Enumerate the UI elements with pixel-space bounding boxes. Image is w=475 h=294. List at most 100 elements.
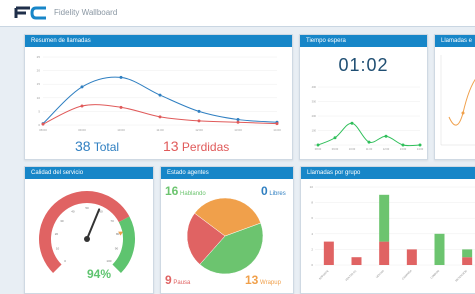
lost-calls-label: Perdidas xyxy=(181,140,230,154)
bar-segment xyxy=(462,257,473,265)
agents-wrapup-label: Wrapup xyxy=(260,280,281,286)
data-point xyxy=(333,136,337,140)
gauge-needle xyxy=(86,208,101,240)
panel-tiempo-espera: Tiempo espera 01:02 0 100 200 300 400 08:00 09… xyxy=(299,34,428,160)
data-point xyxy=(158,115,162,119)
x-tick-label: 12:00 xyxy=(195,128,203,132)
data-point xyxy=(236,118,240,122)
bar-segment xyxy=(379,241,390,265)
y-tick-label: 5 xyxy=(38,109,40,113)
panel-title: Calidad del servicio xyxy=(25,167,153,179)
y-tick-label: 200 xyxy=(312,114,317,118)
x-tick-label: RETENCION xyxy=(454,269,468,283)
panel-resumen-llamadas: Resumen de llamadas 0 5 10 15 20 25 08:00 09:00… xyxy=(24,34,293,160)
data-point xyxy=(367,140,371,144)
gauge-tick-label: 0 xyxy=(64,259,66,263)
agents-wrapup-value: 13 xyxy=(245,273,259,287)
x-tick-label: 09:00 xyxy=(332,147,339,151)
data-point xyxy=(236,120,240,124)
panel-calidad-servicio: Calidad del servicio 0 10 20 30 40 50 60 70 80 90… xyxy=(24,166,154,294)
service-quality-value: 94% xyxy=(87,267,112,281)
gauge-needle-hub xyxy=(84,236,90,242)
x-tick-label: VENTAS N1 xyxy=(344,268,357,281)
data-point xyxy=(80,104,84,108)
app-title: Fidelity Wallboard xyxy=(54,8,118,17)
wallboard-page: Fidelity Wallboard Resumen de llamadas 0… xyxy=(0,0,475,294)
panel-title: Resumen de llamadas xyxy=(25,35,292,47)
bar-segment xyxy=(351,257,362,265)
y-tick-label: 400 xyxy=(312,85,317,89)
bar-segment xyxy=(462,249,473,258)
y-tick-label: 0 xyxy=(38,123,40,127)
bar-segment xyxy=(379,194,390,242)
data-point xyxy=(197,119,201,123)
y-tick-label: 20 xyxy=(37,69,41,73)
data-point xyxy=(384,134,388,138)
y-tick-label: 4 xyxy=(311,232,313,236)
data-point xyxy=(418,143,422,147)
y-tick-label: 6 xyxy=(311,216,313,220)
total-calls-stat: 38 Total xyxy=(75,138,119,154)
agents-wrapup-stat: 13 Wrapup xyxy=(245,273,281,287)
calls-summary-chart: 0 5 10 15 20 25 08:00 09:00 10:00 11:00 12:00 13:00… xyxy=(37,55,281,132)
panel-llamadas-e: Llamadas e xyxy=(434,34,475,160)
y-tick-label: 15 xyxy=(37,82,41,86)
x-tick-label: 13:00 xyxy=(234,128,242,132)
y-tick-label: 8 xyxy=(311,201,313,205)
x-tick-label: 08:00 xyxy=(39,128,47,132)
y-tick-label: 10 xyxy=(37,96,41,100)
gauge-tick-label: 70 xyxy=(110,219,114,223)
bar-segment xyxy=(434,233,445,265)
x-tick-label: 11:00 xyxy=(156,128,164,132)
wait-time-chart: 0 100 200 300 400 08:00 09:00 10:00 11:00 12:00 13… xyxy=(312,85,424,151)
gauge-tick-label: 100 xyxy=(106,259,111,263)
panel-title: Llamadas e xyxy=(435,35,475,47)
gauge-tick-label: 10 xyxy=(56,247,60,251)
x-tick-label: SOPORTE xyxy=(318,269,330,281)
x-tick-label: 08:00 xyxy=(315,147,322,151)
data-point xyxy=(158,93,162,97)
data-point xyxy=(197,109,201,113)
data-point xyxy=(41,122,45,126)
agents-pause-stat: 9 Pausa xyxy=(165,273,190,287)
y-tick-label: 10 xyxy=(310,185,314,189)
x-tick-label: COBROS xyxy=(429,269,440,280)
x-tick-label: 09:00 xyxy=(78,128,86,132)
x-tick-label: 13:00 xyxy=(400,147,407,151)
x-tick-label: 14:00 xyxy=(417,147,424,151)
data-point xyxy=(350,121,354,125)
data-point xyxy=(316,143,320,147)
gauge-tick-label: 50 xyxy=(85,206,89,210)
panel-title: Estado agentes xyxy=(161,167,293,179)
lost-calls-stat: 13 Perdidas xyxy=(163,138,229,154)
partial-line-chart xyxy=(440,55,475,146)
agents-pause-label: Pausa xyxy=(173,280,191,286)
agents-pause-value: 9 xyxy=(165,273,172,287)
lost-calls-line xyxy=(42,104,278,125)
data-point xyxy=(401,143,405,147)
gauge-good-arc xyxy=(112,216,135,273)
x-tick-label: CAMPAÑA xyxy=(400,268,413,281)
panel-estado-agentes: Estado agentes 16 Hablando 0 Libres 9 Pa… xyxy=(160,166,294,294)
data-point xyxy=(275,122,279,126)
y-tick-label: 300 xyxy=(312,100,317,104)
panel-llamadas-por-grupo: Llamadas por grupo 0 2 4 6 8 10 SOPORTE VENTAS … xyxy=(300,166,475,294)
bar-segment xyxy=(406,249,417,265)
gauge-tick-label: 40 xyxy=(71,209,75,213)
y-tick-label: 100 xyxy=(312,129,317,133)
y-tick-label: 2 xyxy=(311,247,313,251)
total-calls-value: 38 xyxy=(75,138,91,154)
x-tick-label: 10:00 xyxy=(117,128,125,132)
x-tick-label: 14:00 xyxy=(273,128,281,132)
x-tick-label: 10:00 xyxy=(349,147,356,151)
fc-logo xyxy=(14,6,46,20)
x-tick-label: 11:00 xyxy=(366,147,373,151)
y-tick-label: 25 xyxy=(37,55,41,59)
panel-title: Llamadas por grupo xyxy=(301,167,475,179)
gauge-tick-label: 30 xyxy=(60,219,64,223)
lost-calls-value: 13 xyxy=(163,138,179,154)
top-bar: Fidelity Wallboard xyxy=(0,0,475,27)
data-point xyxy=(119,75,123,79)
gauge-tick-label: 90 xyxy=(115,247,119,251)
bar-segment xyxy=(323,241,334,265)
